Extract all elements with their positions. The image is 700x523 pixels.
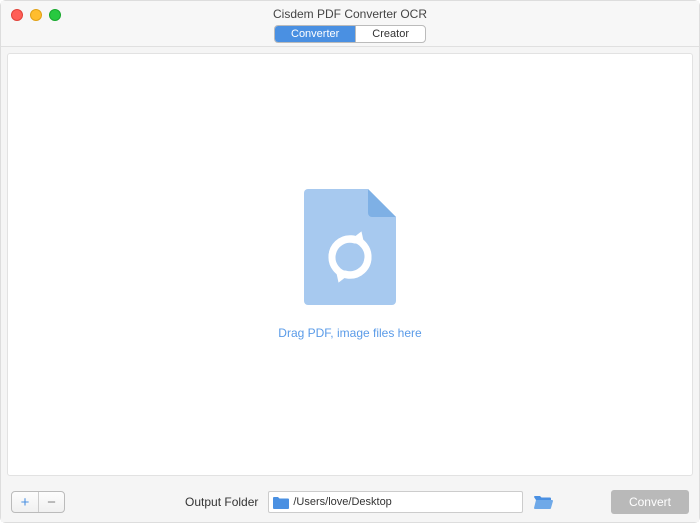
tab-converter[interactable]: Converter [275, 26, 355, 42]
add-button[interactable]: + [12, 492, 38, 512]
mode-tabs: Converter Creator [274, 25, 426, 43]
close-icon[interactable] [11, 9, 23, 21]
browse-folder-button[interactable] [533, 494, 553, 510]
output-folder-label: Output Folder [185, 495, 258, 509]
minimize-icon[interactable] [30, 9, 42, 21]
minus-icon: − [47, 494, 56, 511]
folder-icon [273, 496, 289, 509]
window-title: Cisdem PDF Converter OCR [1, 1, 699, 21]
output-path-value: /Users/love/Desktop [293, 496, 518, 508]
convert-button[interactable]: Convert [611, 490, 689, 514]
titlebar: Cisdem PDF Converter OCR Converter Creat… [1, 1, 699, 47]
traffic-lights [11, 9, 61, 21]
app-window: Cisdem PDF Converter OCR Converter Creat… [0, 0, 700, 523]
maximize-icon[interactable] [49, 9, 61, 21]
document-refresh-icon [304, 189, 396, 308]
dropzone-hint: Drag PDF, image files here [278, 326, 421, 340]
output-path-field[interactable]: /Users/love/Desktop [268, 491, 523, 513]
add-remove-group: + − [11, 491, 65, 513]
footer: + − Output Folder /Users/love/Desktop Co… [1, 482, 699, 522]
dropzone[interactable]: Drag PDF, image files here [7, 53, 693, 476]
remove-button[interactable]: − [38, 492, 64, 512]
plus-icon: + [21, 494, 30, 511]
tab-creator[interactable]: Creator [355, 26, 425, 42]
